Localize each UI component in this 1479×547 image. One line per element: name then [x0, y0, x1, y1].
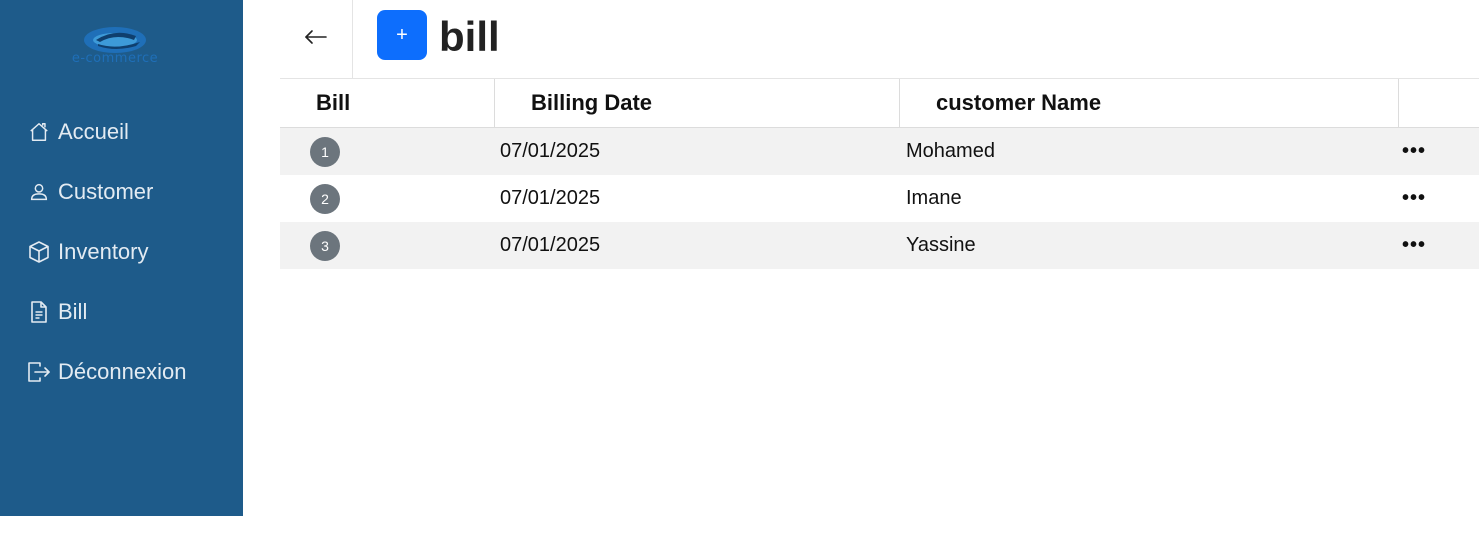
actions-cell: •••	[1402, 234, 1479, 258]
actions-cell: •••	[1402, 187, 1479, 211]
page-header: + bill	[280, 0, 1479, 79]
logo-text: e-commerce	[71, 51, 159, 66]
more-actions-icon[interactable]: •••	[1402, 235, 1426, 258]
sidebar-item-label: Customer	[58, 179, 154, 204]
add-bill-button[interactable]: +	[377, 10, 427, 60]
more-actions-icon[interactable]: •••	[1402, 188, 1426, 211]
sidebar-item-accueil[interactable]: Accueil	[0, 102, 243, 162]
sidebar-item-customer[interactable]: Customer	[0, 162, 243, 222]
bill-number-badge: 3	[310, 230, 340, 261]
sidebar-item-label: Bill	[58, 299, 88, 324]
customer-name-cell: Mohamed	[906, 140, 995, 162]
column-header-billing-date[interactable]: Billing Date	[495, 79, 900, 127]
arrow-left-icon	[304, 29, 328, 50]
sidebar-item-inventory[interactable]: Inventory	[0, 222, 243, 282]
bill-cell: 3	[280, 230, 500, 261]
bills-table: Bill Billing Date customer Name 1 07/01/…	[280, 79, 1479, 269]
bill-cell: 2	[280, 183, 500, 214]
more-actions-icon[interactable]: •••	[1402, 141, 1426, 164]
sidebar-item-label: Déconnexion	[58, 359, 187, 384]
brand-logo[interactable]: e-commerce	[44, 24, 186, 70]
page-title: bill	[439, 13, 500, 60]
billing-date-cell: 07/01/2025	[500, 187, 601, 209]
customer-name-cell: Imane	[906, 187, 962, 209]
bill-number-badge: 2	[310, 183, 340, 214]
column-header-customer-name[interactable]: customer Name	[900, 79, 1399, 127]
user-icon	[26, 179, 52, 205]
logout-icon	[26, 359, 52, 385]
column-header-actions	[1399, 79, 1479, 127]
sidebar: e-commerce Accueil Customer Inventory Bi…	[0, 0, 243, 516]
sidebar-item-deconnexion[interactable]: Déconnexion	[0, 342, 243, 402]
sidebar-item-label: Accueil	[58, 119, 129, 144]
table-row[interactable]: 1 07/01/2025 Mohamed •••	[280, 128, 1479, 175]
column-header-bill[interactable]: Bill	[280, 79, 495, 127]
table-row[interactable]: 3 07/01/2025 Yassine •••	[280, 222, 1479, 269]
billing-date-cell: 07/01/2025	[500, 234, 601, 256]
table-header: Bill Billing Date customer Name	[280, 79, 1479, 128]
bill-cell: 1	[280, 136, 500, 167]
table-row[interactable]: 2 07/01/2025 Imane •••	[280, 175, 1479, 222]
sidebar-nav: Accueil Customer Inventory Bill Déconnex…	[0, 102, 243, 402]
box-icon	[26, 239, 52, 265]
billing-date-cell: 07/01/2025	[500, 140, 601, 162]
home-icon	[26, 119, 52, 145]
sidebar-item-bill[interactable]: Bill	[0, 282, 243, 342]
sidebar-item-label: Inventory	[58, 239, 149, 264]
file-text-icon	[26, 299, 52, 325]
bill-number-badge: 1	[310, 136, 340, 167]
actions-cell: •••	[1402, 140, 1479, 164]
customer-name-cell: Yassine	[906, 234, 976, 256]
back-button[interactable]	[280, 0, 353, 78]
